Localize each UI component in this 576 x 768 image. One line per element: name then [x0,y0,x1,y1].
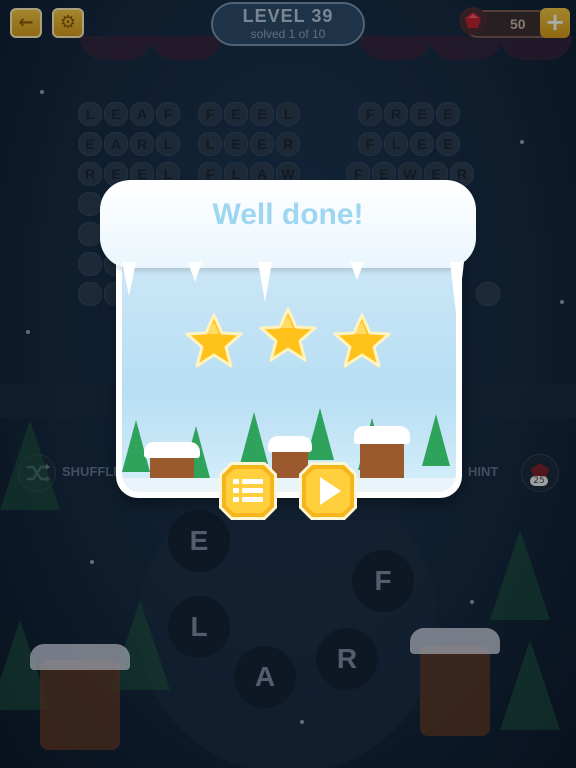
level-complete-dialog [116,236,462,498]
icicle [350,262,364,280]
level-menu-button[interactable] [217,460,279,522]
dialog-scene [122,242,456,492]
dialog-title: Well done! [212,198,364,231]
star-icon [259,307,317,362]
icicle [122,262,136,296]
snow-roof [144,442,200,458]
pine-tree [306,408,334,460]
list-icon [233,479,263,502]
star-icon [185,313,243,368]
snow-ground [122,478,456,492]
next-level-button[interactable] [297,460,359,522]
icicle [258,262,272,302]
star-icon [333,313,391,368]
pine-tree [240,412,268,464]
icicle [450,262,464,322]
snow-roof [268,436,312,452]
pine-tree [422,414,450,466]
snow-roof [354,426,410,444]
icicle [188,262,202,282]
